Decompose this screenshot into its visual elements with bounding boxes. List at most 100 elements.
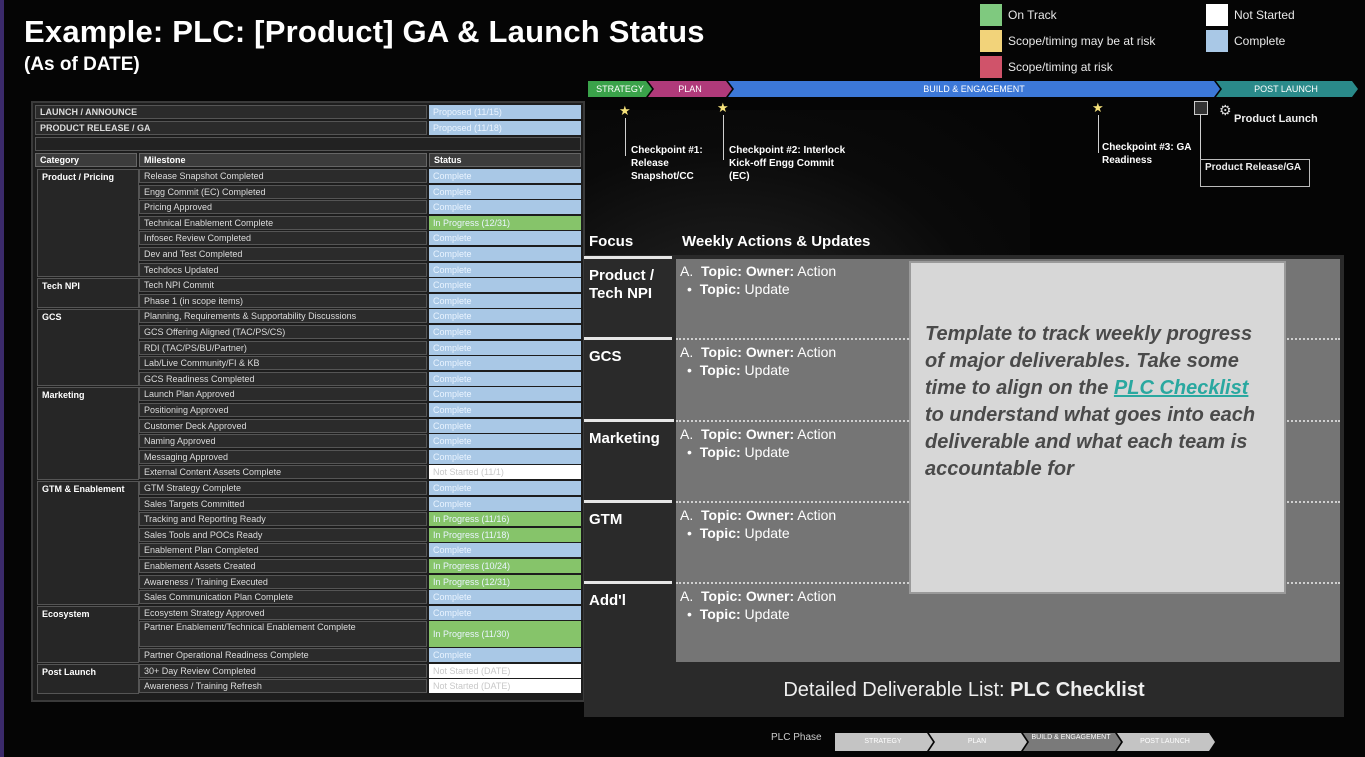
milestone-cell: RDI (TAC/PS/BU/Partner)	[139, 341, 427, 355]
milestone-cell: Naming Approved	[139, 434, 427, 448]
product-launch-label: Product Launch	[1234, 113, 1318, 125]
status-cell: Not Started (DATE)	[429, 664, 581, 678]
status-cell: In Progress (11/16)	[429, 512, 581, 526]
checkpoint-3: Checkpoint #3: GA Readiness	[1102, 142, 1192, 166]
status-cell: Complete	[429, 450, 581, 464]
bottom-phase-build: BUILD & ENGAGEMENT	[1031, 734, 1111, 741]
legend-label: On Track	[1008, 8, 1057, 22]
category-cell: Ecosystem	[37, 606, 139, 663]
action-text: Action	[797, 263, 837, 279]
action-text: Action	[797, 426, 837, 442]
status-cell: In Progress (11/18)	[429, 528, 581, 542]
status-cell: In Progress (12/31)	[429, 216, 581, 230]
release-icon	[1194, 101, 1208, 115]
milestone-cell: Launch Plan Approved	[139, 387, 427, 401]
milestone-cell: Engg Commit (EC) Completed	[139, 185, 427, 199]
checkpoint-line	[1200, 115, 1201, 165]
product-release-box: Product Release/GA	[1200, 159, 1310, 187]
topic-label: Topic:	[701, 507, 742, 523]
col-header-category: Category	[35, 153, 137, 167]
status-cell: Complete	[429, 200, 581, 214]
status-cell: Complete	[429, 419, 581, 433]
focus-category: Marketing	[584, 419, 674, 497]
star-icon: ★	[1092, 100, 1104, 115]
plc-checklist-link[interactable]: PLC Checklist	[1114, 377, 1248, 399]
bullet-icon: •	[687, 606, 700, 622]
milestone-cell: Pricing Approved	[139, 200, 427, 214]
bullet-icon: •	[687, 362, 700, 378]
status-cell: Complete	[429, 278, 581, 292]
status-cell: Complete	[429, 325, 581, 339]
topic-label: Topic:	[699, 525, 741, 541]
legend-swatch	[980, 30, 1002, 52]
topic-label: Topic:	[701, 263, 742, 279]
phase-plan: PLAN	[678, 84, 702, 94]
col-header-milestone: Milestone	[139, 153, 427, 167]
category-cell: GCS	[37, 309, 139, 386]
item-letter: A.	[680, 507, 702, 523]
focus-category: GTM	[584, 500, 672, 578]
milestone-cell: Tracking and Reporting Ready	[139, 512, 427, 526]
bottom-phase-plan: PLAN	[967, 738, 987, 745]
item-letter: A.	[680, 426, 702, 442]
legend-swatch	[1206, 30, 1228, 52]
milestone-cell: GCS Offering Aligned (TAC/PS/CS)	[139, 325, 427, 339]
status-cell: Complete	[429, 648, 581, 662]
milestone-cell: Enablement Assets Created	[139, 559, 427, 573]
status-cell: Complete	[429, 403, 581, 417]
owner-label: Owner:	[745, 426, 795, 442]
action-item: A. Topic: Owner: Action	[680, 506, 836, 524]
legend-on-track: On Track	[980, 4, 1057, 26]
status-cell: In Progress (10/24)	[429, 559, 581, 573]
update-item: • Topic: Update	[687, 524, 790, 542]
checkpoint-1: Checkpoint #1: Release Snapshot/CC	[631, 145, 703, 182]
action-text: Action	[797, 344, 837, 360]
status-cell: In Progress (12/31)	[429, 575, 581, 589]
status-cell: Complete	[429, 590, 581, 604]
update-item: • Topic: Update	[687, 443, 790, 461]
action-item: A. Topic: Owner: Action	[680, 343, 836, 361]
milestone-cell: Lab/Live Community/FI & KB	[139, 356, 427, 370]
detailed-deliverable-list: Detailed Deliverable List: PLC Checklist	[584, 664, 1344, 716]
legend-complete: Complete	[1206, 30, 1285, 52]
detail-checklist-link[interactable]: PLC Checklist	[1010, 679, 1144, 701]
update-item: • Topic: Update	[687, 361, 790, 379]
star-icon: ★	[717, 100, 729, 115]
category-cell: Tech NPI	[37, 278, 139, 308]
milestone-cell: Technical Enablement Complete	[139, 216, 427, 230]
focus-col-header: Focus	[589, 233, 634, 250]
milestone-cell: Infosec Review Completed	[139, 231, 427, 245]
owner-label: Owner:	[745, 344, 795, 360]
milestone-cell: GCS Readiness Completed	[139, 372, 427, 386]
status-cell: Complete	[429, 356, 581, 370]
topic-label: Topic:	[699, 606, 741, 622]
item-letter: A.	[680, 588, 702, 604]
bullet-icon: •	[687, 525, 700, 541]
owner-label: Owner:	[745, 507, 795, 523]
status-cell: Complete	[429, 372, 581, 386]
action-text: Action	[797, 588, 837, 604]
update-text: Update	[744, 606, 790, 622]
legend-label: Scope/timing at risk	[1008, 60, 1113, 74]
status-cell: Complete	[429, 481, 581, 495]
focus-category: Add'l	[584, 581, 672, 659]
star-icon: ★	[619, 103, 631, 118]
status-cell: Complete	[429, 231, 581, 245]
status-cell: Complete	[429, 169, 581, 183]
legend-not-started: Not Started	[1206, 4, 1295, 26]
status-cell: In Progress (11/30)	[429, 621, 581, 647]
milestone-cell: External Content Assets Complete	[139, 465, 427, 479]
milestone-cell: 30+ Day Review Completed	[139, 664, 427, 678]
bullet-icon: •	[687, 281, 700, 297]
detail-prefix: Detailed Deliverable List:	[783, 679, 1011, 701]
legend-label: Scope/timing may be at risk	[1008, 34, 1156, 48]
plc-phase-label: PLC Phase	[771, 732, 822, 743]
note-text-end: to understand what goes into each delive…	[925, 404, 1256, 480]
legend-label: Not Started	[1234, 8, 1295, 22]
topic-label: Topic:	[701, 426, 742, 442]
category-cell: Product / Pricing	[37, 169, 139, 277]
bottom-phase-strategy: STRATEGY	[864, 738, 902, 745]
checkpoint-line	[723, 115, 724, 160]
status-cell: Complete	[429, 294, 581, 308]
checkpoint-line	[625, 118, 626, 156]
